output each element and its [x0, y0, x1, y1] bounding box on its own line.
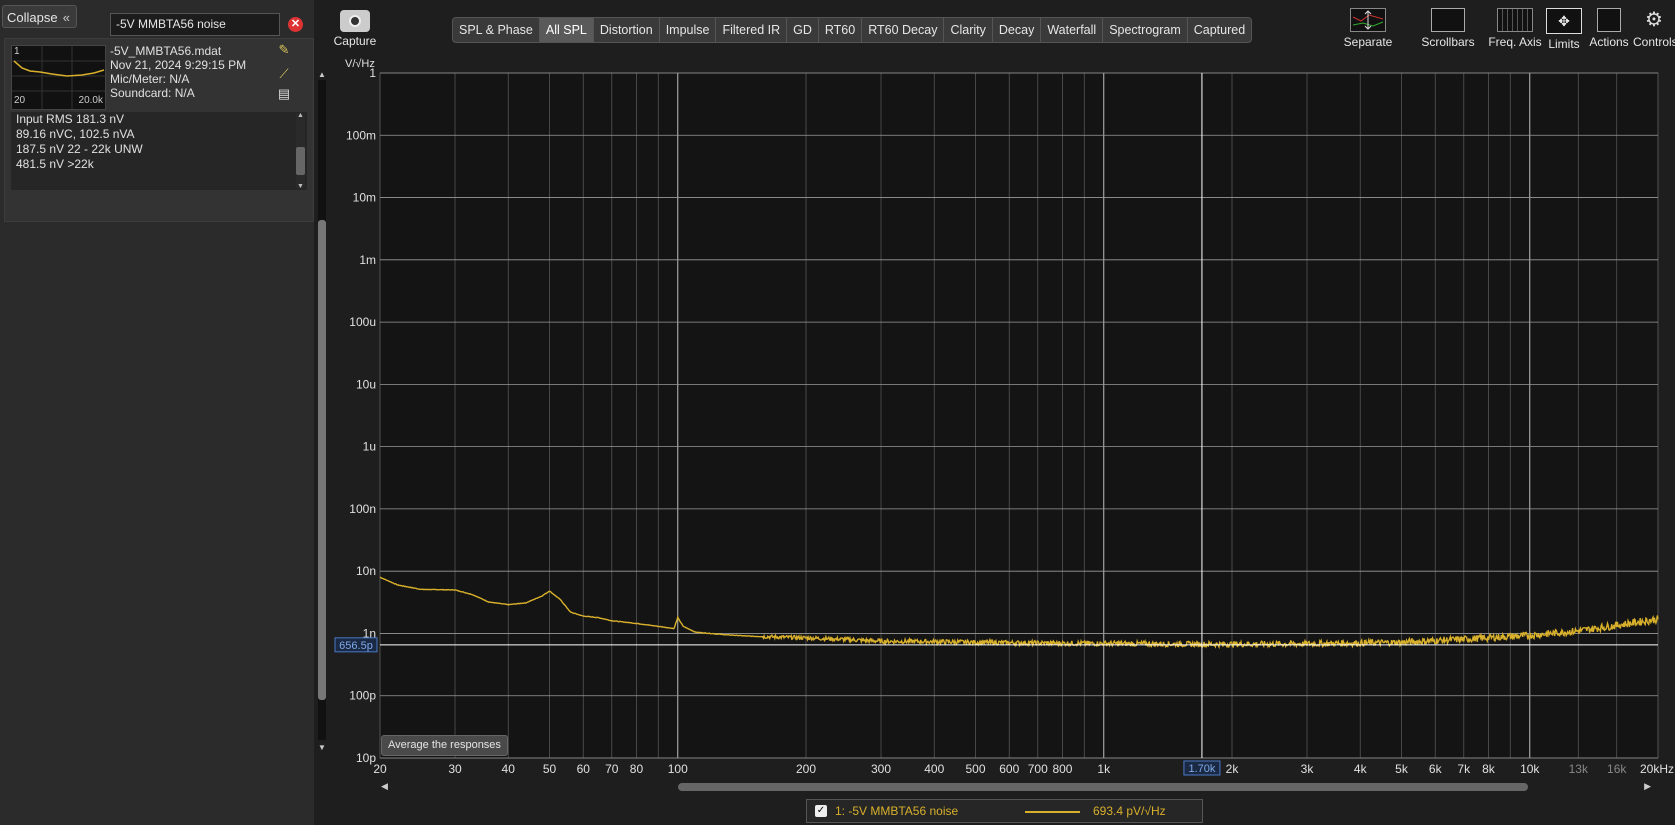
- spectrum-graph[interactable]: 1100m10m1m100u10u1u100n10n1n100p10p 20 30…: [0, 0, 1675, 825]
- average-responses-button[interactable]: Average the responses: [381, 735, 508, 756]
- x-tick-label: 600: [999, 762, 1019, 776]
- y-tick-label: 1m: [359, 253, 376, 267]
- y-cursor-readout: 656.5p: [339, 640, 373, 652]
- y-tick-label: 1u: [363, 440, 376, 454]
- horizontal-scrollbar[interactable]: ◀ ▶: [381, 781, 1651, 793]
- y-tick-label: 100p: [349, 689, 376, 703]
- y-tick-label: 10n: [356, 564, 376, 578]
- legend-line-swatch: [1025, 811, 1080, 813]
- x-tick-label: 6k: [1429, 762, 1443, 776]
- scroll-left-icon[interactable]: ◀: [381, 781, 388, 792]
- x-tick-label: 1k: [1097, 762, 1111, 776]
- legend-series-label: 1: -5V MMBTA56 noise: [835, 804, 959, 818]
- x-tick-label: 3k: [1301, 762, 1315, 776]
- x-tick-label: 500: [966, 762, 986, 776]
- y-tick-label: 10u: [356, 377, 376, 391]
- x-tick-label: 16k: [1607, 762, 1627, 776]
- x-tick-label: 800: [1052, 762, 1072, 776]
- x-tick-label: 80: [630, 762, 644, 776]
- y-tick-label: 10m: [353, 191, 376, 205]
- y-tick-label: 100u: [349, 315, 376, 329]
- x-tick-label: 2k: [1226, 762, 1240, 776]
- x-tick-label: 8k: [1482, 762, 1496, 776]
- x-tick-label: 60: [577, 762, 591, 776]
- x-tick-label: 70: [605, 762, 619, 776]
- x-tick-label: 13k: [1569, 762, 1589, 776]
- y-tick-label: 100m: [346, 128, 376, 142]
- x-tick-label: 300: [871, 762, 891, 776]
- scroll-right-icon[interactable]: ▶: [1644, 781, 1651, 792]
- legend-box: ✓ 1: -5V MMBTA56 noise 693.4 pV/√Hz: [806, 799, 1203, 823]
- x-tick-label: 700: [1028, 762, 1048, 776]
- x-tick-label: 100: [668, 762, 688, 776]
- x-tick-labels: 20 30 40 50 60 70 80 100 200 300 400 500 600 700 800 1k…: [373, 762, 1674, 776]
- y-tick-label: 1: [369, 66, 376, 80]
- horizontal-scroll-thumb[interactable]: [678, 783, 1528, 791]
- x-tick-label: 50: [543, 762, 557, 776]
- x-tick-label: 7k: [1457, 762, 1471, 776]
- x-tick-label: 10k: [1520, 762, 1540, 776]
- x-tick-label: 40: [502, 762, 516, 776]
- x-tick-label: 30: [448, 762, 462, 776]
- x-tick-label: 200: [796, 762, 816, 776]
- legend-checkbox[interactable]: ✓: [815, 805, 827, 817]
- y-tick-labels: 1100m10m1m100u10u1u100n10n1n100p10p: [346, 66, 376, 765]
- y-tick-label: 100n: [349, 502, 376, 516]
- x-tick-label: 20: [373, 762, 387, 776]
- plot-area: [379, 72, 1659, 759]
- x-cursor-readout: 1.70k: [1188, 763, 1215, 775]
- x-tick-label: 4k: [1354, 762, 1368, 776]
- legend-series-value: 693.4 pV/√Hz: [1093, 804, 1166, 818]
- x-tick-label: 400: [924, 762, 944, 776]
- x-tick-label: 5k: [1395, 762, 1409, 776]
- x-tick-label: 20kHz: [1640, 762, 1674, 776]
